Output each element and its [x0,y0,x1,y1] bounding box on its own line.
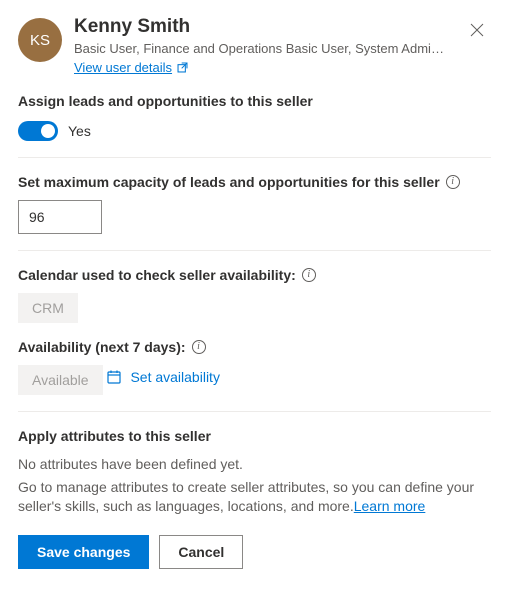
assign-toggle[interactable] [18,121,58,141]
capacity-label: Set maximum capacity of leads and opport… [18,174,440,190]
set-availability-label: Set availability [130,369,220,385]
avatar: KS [18,18,62,62]
panel-header: KS Kenny Smith Basic User, Finance and O… [18,16,491,75]
attributes-help-text: Go to manage attributes to create seller… [18,478,491,517]
set-availability-link[interactable]: Set availability [106,369,220,385]
info-icon[interactable]: i [302,268,316,282]
availability-label: Availability (next 7 days): [18,339,186,355]
availability-value: Available [18,365,103,395]
calendar-value: CRM [18,293,78,323]
learn-more-link[interactable]: Learn more [354,498,426,514]
user-name: Kenny Smith [74,16,451,39]
divider [18,157,491,158]
capacity-input[interactable] [18,200,102,234]
attributes-empty-text: No attributes have been defined yet. [18,456,491,472]
assign-toggle-row: Yes [18,121,491,141]
info-icon[interactable]: i [446,175,460,189]
view-user-details-link[interactable]: View user details [74,60,189,75]
attributes-label: Apply attributes to this seller [18,428,491,444]
open-external-icon [176,61,189,74]
user-roles: Basic User, Finance and Operations Basic… [74,41,451,56]
close-button[interactable] [463,16,491,44]
calendar-icon [106,369,122,385]
info-icon[interactable]: i [192,340,206,354]
save-button[interactable]: Save changes [18,535,149,569]
divider [18,250,491,251]
view-details-label: View user details [74,60,172,75]
assign-toggle-value: Yes [68,123,91,139]
cancel-button[interactable]: Cancel [159,535,243,569]
header-text: Kenny Smith Basic User, Finance and Oper… [74,16,451,75]
calendar-label: Calendar used to check seller availabili… [18,267,296,283]
divider [18,411,491,412]
assign-label: Assign leads and opportunities to this s… [18,93,491,109]
button-row: Save changes Cancel [18,535,491,569]
close-icon [470,23,484,37]
